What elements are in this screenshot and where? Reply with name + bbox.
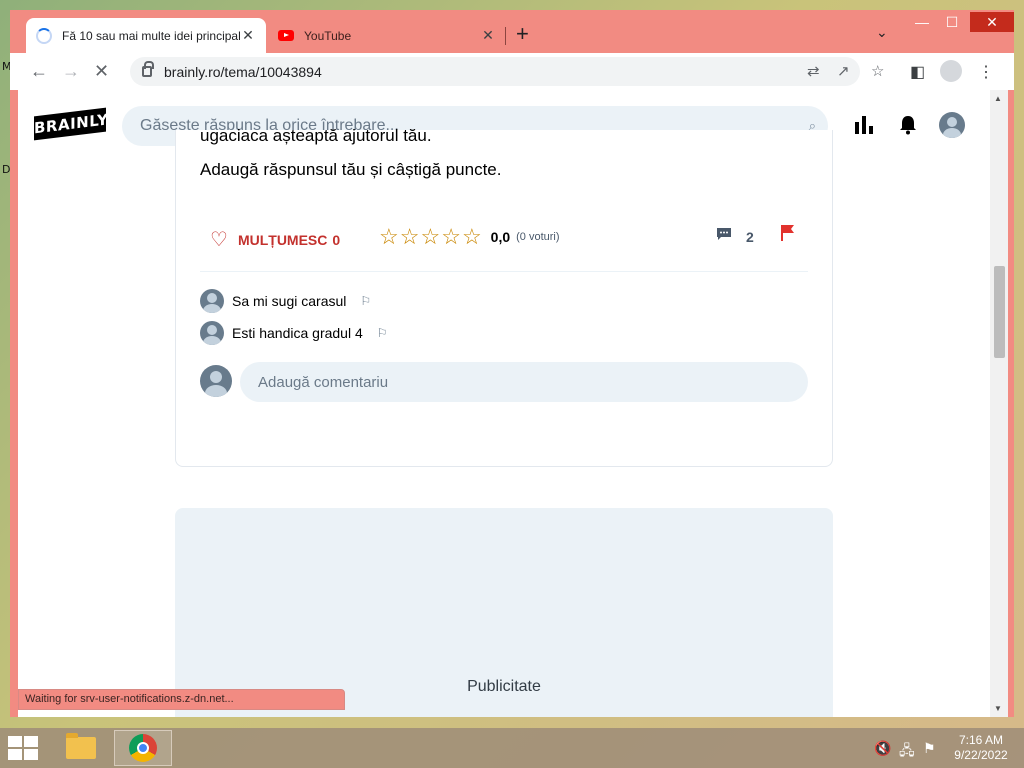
report-comment-flag-icon[interactable]: ⚐ (360, 294, 371, 308)
comment-bubble-icon (716, 227, 732, 246)
tab-search-button[interactable]: ⌄ (876, 24, 888, 41)
forward-arrow-icon[interactable]: → (62, 61, 80, 81)
comment-text: Sa mi sugi carasul (232, 293, 347, 309)
tab-separator (505, 27, 506, 45)
tab-title: Fă 10 sau mai multe idei principale (62, 28, 240, 43)
question-card: ugaciaca așteaptă ajutorul tău. Adaugă r… (175, 126, 833, 467)
add-comment-input[interactable]: Adaugă comentariu (240, 362, 808, 402)
clock-time: 7:16 AM (958, 733, 1004, 747)
rating-stars: ☆ ☆ ☆ ☆ ☆ 0,0 (0 voturi) (379, 224, 560, 250)
windows-logo-pane (24, 736, 38, 747)
comment-item: Esti handica gradul 4 ⚐ (200, 321, 388, 345)
windows-logo-icon (8, 736, 22, 747)
comment-text: Esti handica gradul 4 (232, 325, 363, 341)
folder-icon (66, 733, 96, 759)
windows-logo-pane (24, 749, 38, 760)
commenter-avatar[interactable] (200, 289, 224, 313)
rating-value: 0,0 (490, 229, 511, 245)
report-flag-icon[interactable] (780, 224, 796, 247)
network-icon[interactable]: 🖧 (899, 740, 915, 764)
comments-count: 2 (746, 228, 754, 245)
star-icon[interactable]: ☆ (420, 224, 440, 250)
ad-container: Publicitate (175, 508, 833, 717)
tab-close-icon[interactable]: ✕ (480, 27, 496, 44)
maximize-button[interactable]: ☐ (937, 12, 967, 32)
title-bar: Fă 10 sau mai multe idei principale ✕ Yo… (10, 10, 1014, 53)
profile-avatar[interactable] (940, 60, 962, 82)
clock-date: 9/22/2022 (954, 748, 1008, 762)
star-icon[interactable]: ☆ (400, 224, 420, 250)
tab-youtube[interactable]: YouTube ✕ (272, 18, 502, 53)
tab-brainly[interactable]: Fă 10 sau mai multe idei principale ✕ (26, 18, 266, 53)
thanks-count: 0 (332, 231, 341, 248)
notifications-bell-icon[interactable] (899, 115, 917, 141)
translate-icon[interactable]: ⇄ (807, 62, 820, 80)
taskbar: 🔇 🖧 ⚑ 7:16 AM 9/22/2022 (0, 728, 1024, 768)
action-center-icon[interactable]: ⚑ (923, 740, 936, 757)
chrome-icon (129, 734, 157, 762)
side-panel-icon[interactable]: ◧ (910, 62, 925, 82)
votes-count: (0 voturi) (516, 231, 560, 243)
comments-toggle[interactable]: 2 (716, 227, 754, 246)
bookmark-star-icon[interactable]: ☆ (871, 62, 884, 80)
new-tab-button[interactable]: + (516, 23, 529, 45)
menu-kebab-icon[interactable]: ⋮ (978, 62, 994, 82)
page-viewport: BRAINLY Găsește răspuns la orice întreba… (18, 90, 1008, 717)
comment-item: Sa mi sugi carasul ⚐ (200, 289, 371, 313)
chrome-taskbar-button[interactable] (114, 730, 172, 766)
address-bar[interactable]: brainly.ro/tema/10043894 (130, 57, 860, 86)
report-comment-flag-icon[interactable]: ⚐ (377, 326, 388, 340)
leaderboard-icon[interactable] (854, 115, 874, 141)
user-avatar[interactable] (939, 112, 965, 138)
browser-toolbar: ← → ✕ brainly.ro/tema/10043894 ⇄ ↗ ☆ ◧ ⋮ (10, 53, 1014, 90)
windows-logo-pane (8, 749, 22, 760)
file-explorer-button[interactable] (52, 730, 110, 766)
star-icon[interactable]: ☆ (462, 224, 482, 250)
answer-cta-text: Adaugă răspunsul tău și câștigă puncte. (200, 160, 502, 179)
youtube-icon (278, 30, 294, 41)
stop-loading-icon[interactable]: ✕ (94, 61, 109, 81)
start-button[interactable] (8, 736, 38, 760)
loading-spinner-icon (36, 27, 52, 44)
thanks-button[interactable]: ♡ MULȚUMESC 0 (210, 227, 340, 252)
scroll-up-arrow-icon[interactable]: ▲ (994, 94, 1002, 103)
vertical-scrollbar[interactable]: ▲ ▼ (990, 90, 1008, 717)
lock-icon (142, 61, 154, 77)
comment-placeholder: Adaugă comentariu (258, 373, 389, 391)
tab-title: YouTube (304, 28, 352, 43)
volume-muted-icon[interactable]: 🔇 (874, 740, 891, 757)
close-window-button[interactable]: ✕ (970, 12, 1014, 32)
waiting-help-text: ugaciaca așteaptă ajutorul tău. (200, 126, 432, 145)
star-icon[interactable]: ☆ (441, 224, 461, 250)
tab-close-icon[interactable]: ✕ (240, 27, 256, 44)
back-arrow-icon[interactable]: ← (30, 61, 48, 81)
browser-window: Fă 10 sau mai multe idei principale ✕ Yo… (10, 10, 1014, 717)
status-bar: Waiting for srv-user-notifications.z-dn.… (18, 689, 345, 710)
commenter-avatar[interactable] (200, 321, 224, 345)
scrollbar-thumb[interactable] (994, 266, 1005, 358)
share-icon[interactable]: ↗ (837, 62, 850, 80)
thanks-label: MULȚUMESC (237, 231, 328, 248)
divider (200, 271, 808, 272)
system-clock[interactable]: 7:16 AM 9/22/2022 (946, 733, 1016, 763)
url-text: brainly.ro/tema/10043894 (164, 63, 322, 80)
minimize-button[interactable]: — (907, 12, 937, 32)
brainly-logo[interactable]: BRAINLY (34, 107, 108, 141)
star-icon[interactable]: ☆ (379, 224, 399, 250)
scroll-down-arrow-icon[interactable]: ▼ (994, 704, 1002, 713)
current-user-avatar (200, 365, 232, 397)
heart-icon: ♡ (210, 229, 228, 251)
